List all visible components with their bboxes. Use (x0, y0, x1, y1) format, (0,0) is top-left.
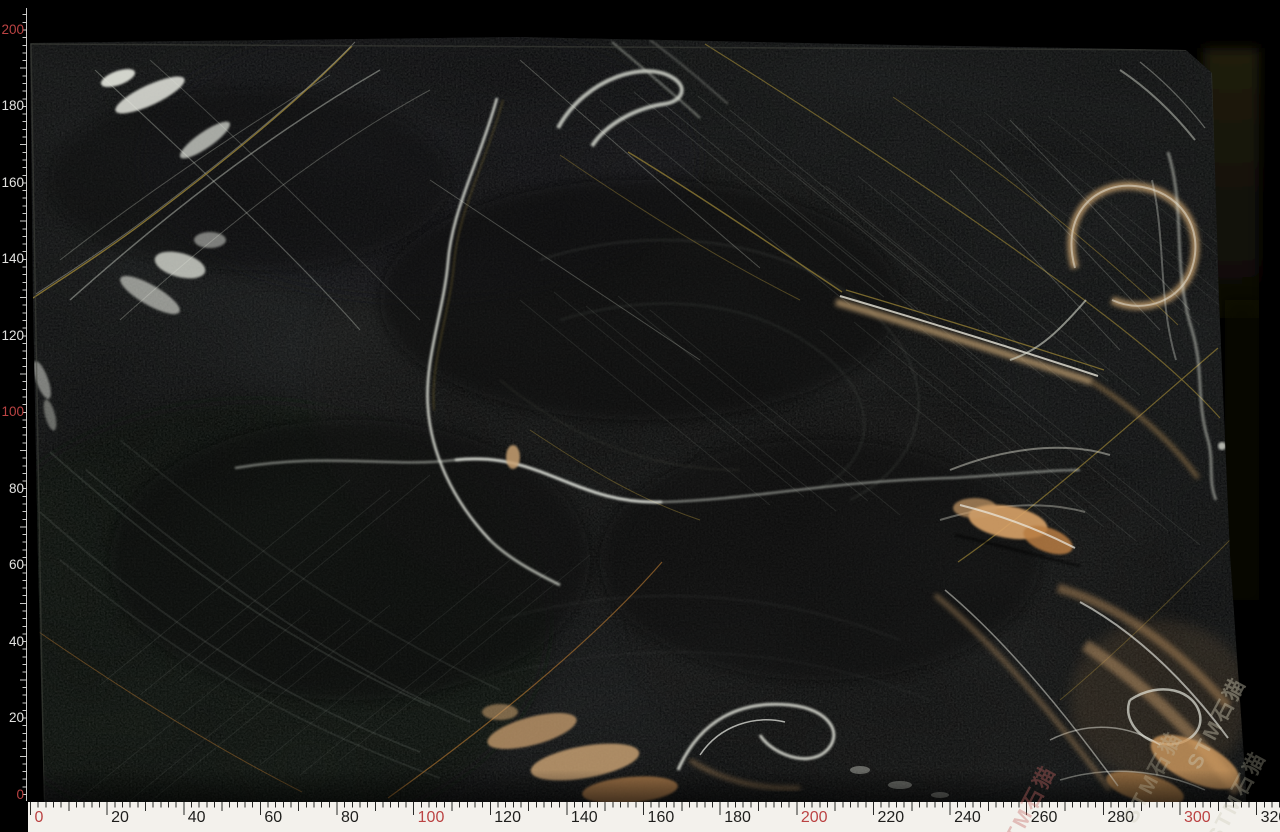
bottom-ruler-label: 60 (264, 809, 282, 827)
bottom-ruler-label: 0 (35, 809, 44, 827)
slab-scan-canvas: 0 20 40 60 80 100 120 140 160 180 200 0 20 40 60 80 100… (0, 0, 1280, 832)
bottom-ruler-label: 280 (1107, 809, 1134, 827)
bottom-ruler-label: 220 (877, 809, 904, 827)
bottom-ruler-label: 300 (1184, 809, 1211, 827)
bottom-ruler-label: 40 (188, 809, 206, 827)
left-ruler-label: 20 (0, 710, 24, 726)
bottom-ruler-label: 20 (111, 809, 129, 827)
bottom-ruler: 0 20 40 60 80 100 120 140 160 180 200 220 240 260 280 3… (28, 802, 1280, 832)
bottom-ruler-label: 180 (724, 809, 751, 827)
bottom-ruler-label: 160 (648, 809, 675, 827)
bottom-ruler-label: 240 (954, 809, 981, 827)
left-ruler-label: 200 (0, 22, 24, 38)
left-ruler-label: 160 (0, 175, 24, 191)
left-ruler-label: 40 (0, 634, 24, 650)
bottom-ruler-label: 260 (1031, 809, 1058, 827)
left-ruler-label: 60 (0, 557, 24, 573)
left-ruler-label: 140 (0, 251, 24, 267)
left-ruler-label: 100 (0, 404, 24, 420)
left-ruler-label: 0 (0, 787, 24, 803)
left-ruler-label: 180 (0, 98, 24, 114)
bottom-ruler-label: 320 (1261, 809, 1280, 827)
marble-slab-image (0, 0, 1280, 832)
bottom-ruler-label: 200 (801, 809, 828, 827)
bottom-ruler-label: 140 (571, 809, 598, 827)
bottom-ruler-label: 80 (341, 809, 359, 827)
bottom-ruler-label: 120 (494, 809, 521, 827)
left-ruler-label: 120 (0, 328, 24, 344)
bottom-ruler-label: 100 (418, 809, 445, 827)
left-ruler-label: 80 (0, 481, 24, 497)
